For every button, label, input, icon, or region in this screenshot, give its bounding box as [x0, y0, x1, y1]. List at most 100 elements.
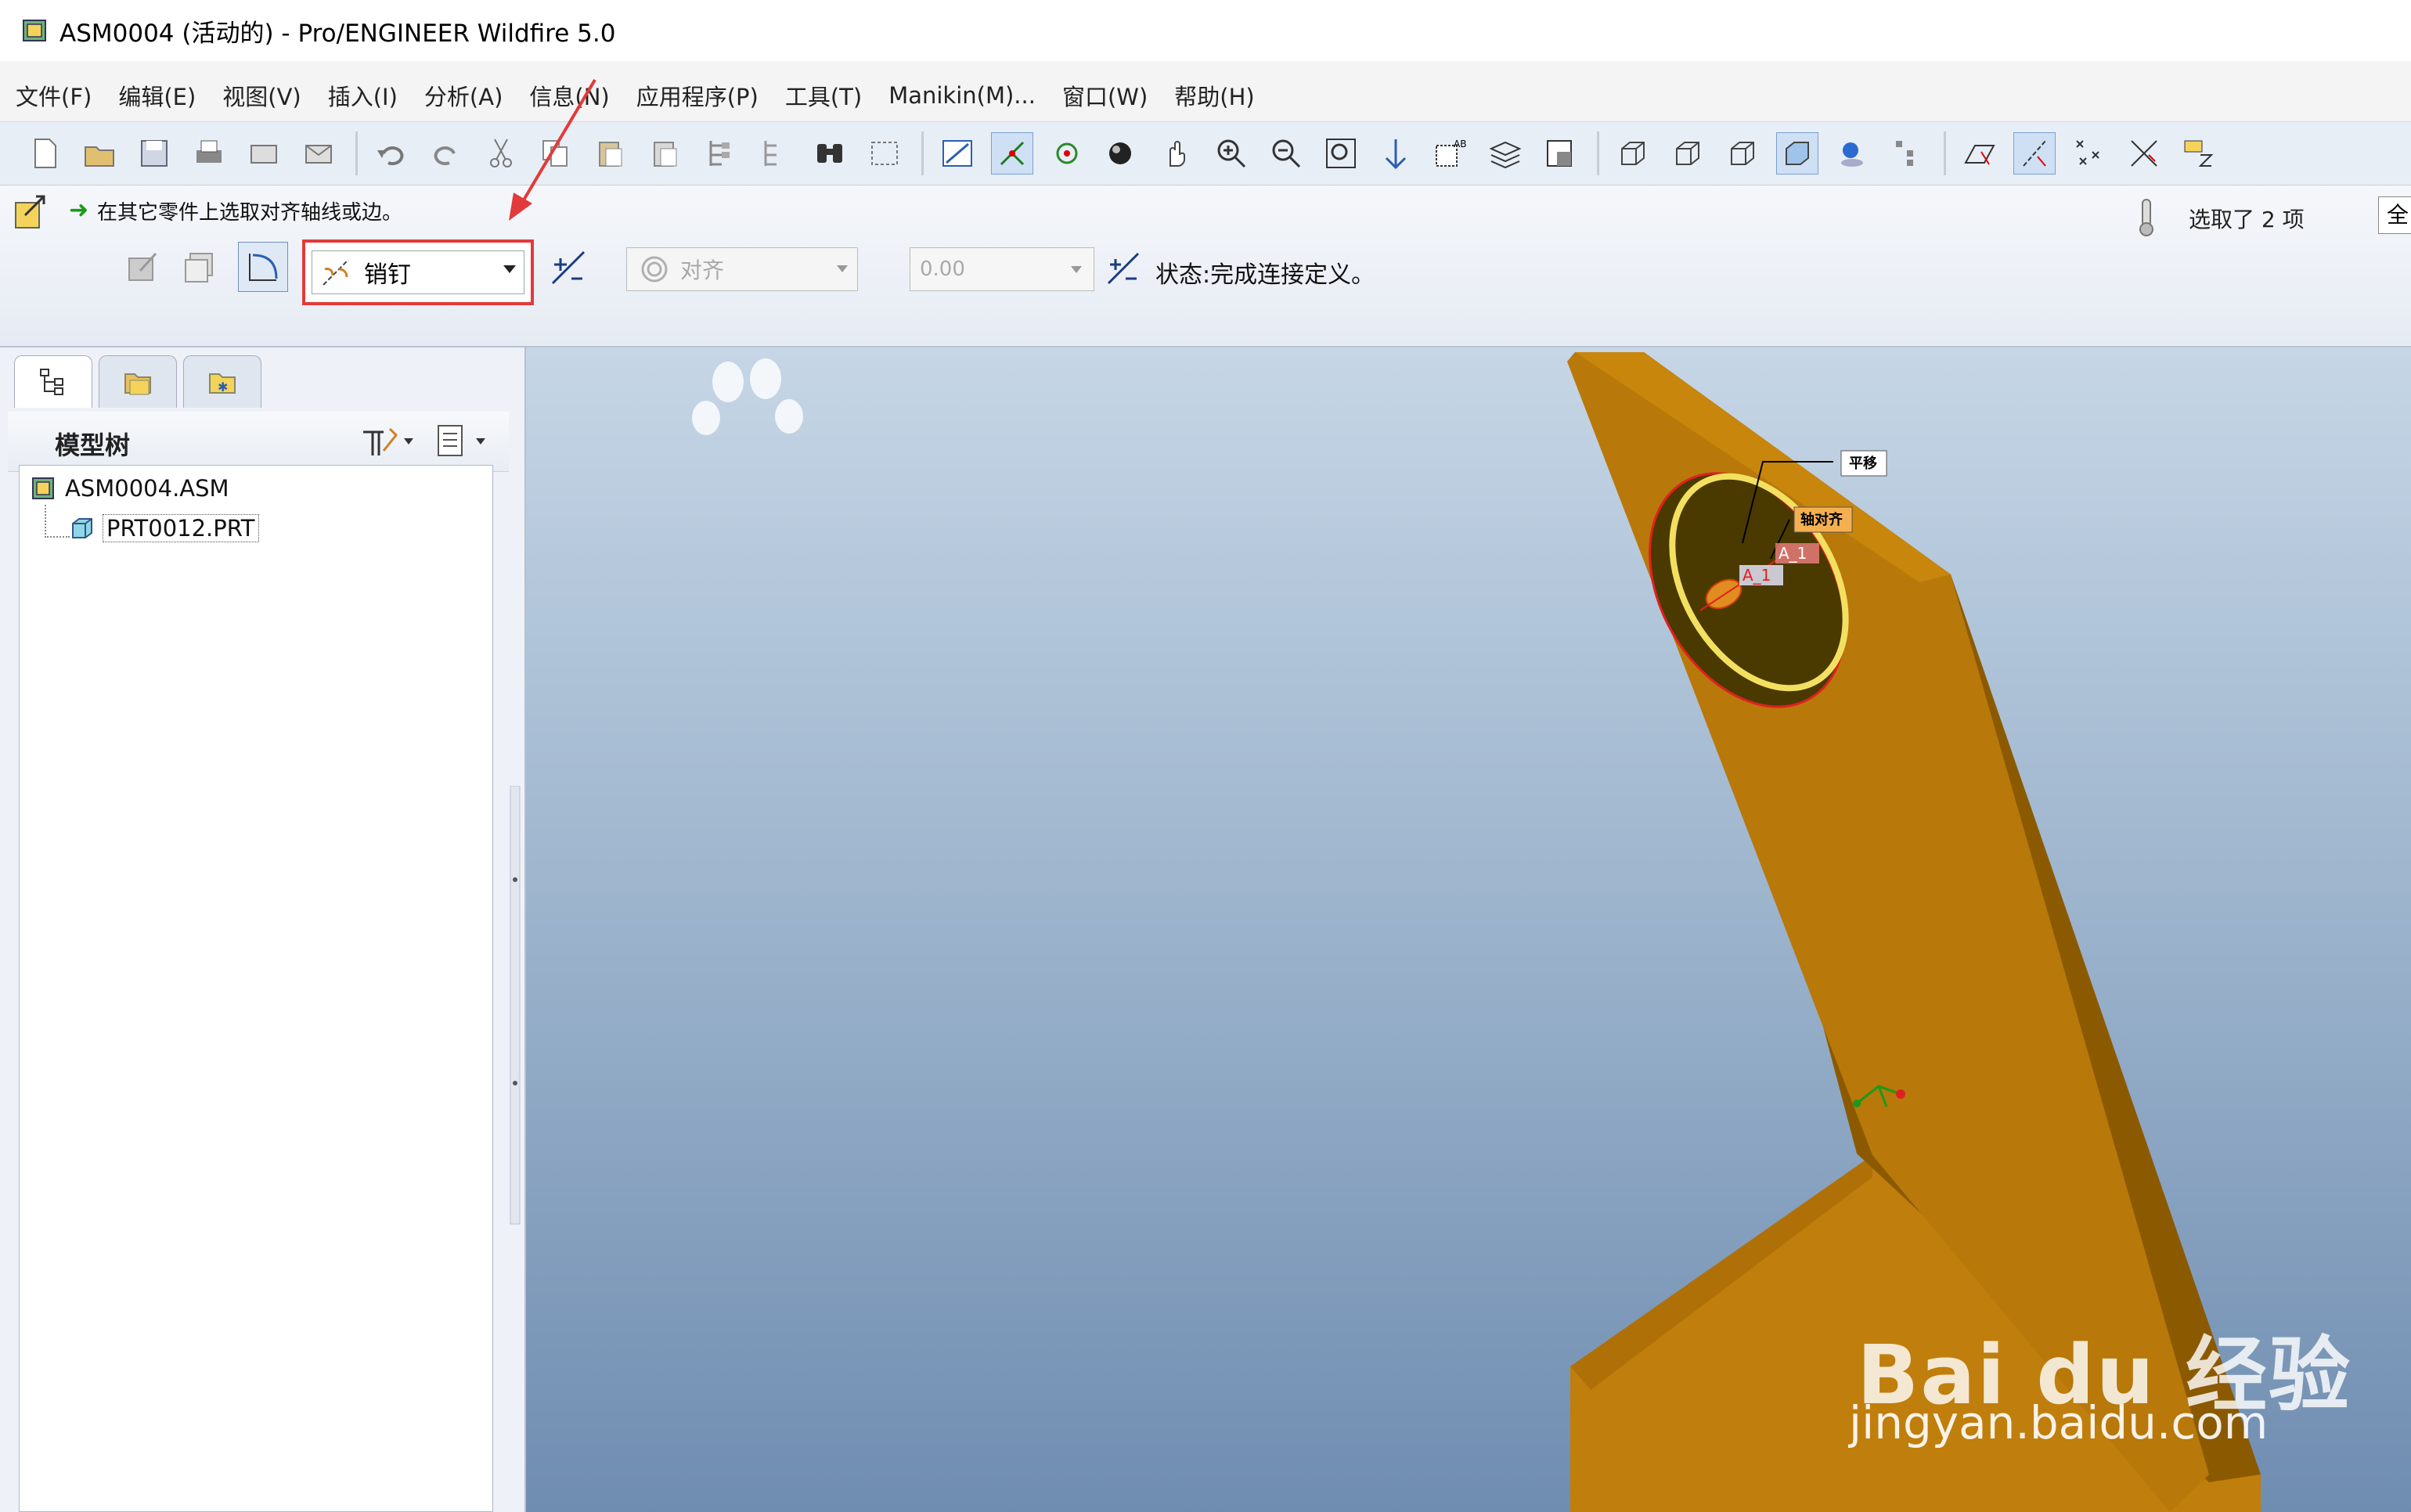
enhanced-realism-icon[interactable] — [1831, 132, 1873, 175]
save-icon[interactable] — [133, 132, 175, 175]
menu-bar: 文件(F) 编辑(E) 视图(V) 插入(I) 分析(A) 信息(N) 应用程序… — [0, 61, 2411, 130]
window-title: ASM0004 (活动的) - Pro/ENGINEER Wildfire 5.… — [59, 19, 616, 48]
annotations-icon[interactable] — [2178, 132, 2220, 175]
orient-mode-icon[interactable] — [1046, 132, 1088, 175]
print-icon[interactable] — [188, 132, 230, 175]
send-mail-icon[interactable] — [243, 132, 285, 175]
selection-count: 选取了 2 项 — [2189, 207, 2305, 232]
chevron-down-icon — [1071, 266, 1082, 273]
menu-analysis[interactable]: 分析(A) — [424, 79, 503, 112]
folder-icon — [124, 373, 151, 395]
no-hidden-icon[interactable] — [1721, 132, 1764, 175]
translation-label: 平移 — [1849, 455, 1877, 472]
layers-icon[interactable] — [1484, 132, 1526, 175]
tree-item-label: ASM0004.ASM — [65, 475, 229, 502]
pin-icon — [323, 259, 349, 286]
model-tree-icon[interactable] — [1886, 132, 1928, 175]
model-tree: ASM0004.ASM PRT0012.PRT — [19, 465, 493, 1512]
offset-input: 0.00 — [910, 247, 1094, 291]
view-manager-icon[interactable] — [1539, 132, 1581, 175]
hidden-line-icon[interactable] — [1667, 132, 1709, 175]
panel-splitter[interactable] — [509, 786, 524, 1334]
menu-window[interactable]: 窗口(W) — [1062, 79, 1148, 112]
undo-icon[interactable] — [370, 132, 413, 175]
message-line: 在其它零件上选取对齐轴线或边。 — [97, 201, 403, 225]
spin-center-icon[interactable] — [991, 132, 1033, 175]
axis-label-a2: A_1 — [1742, 566, 1771, 585]
part-icon — [72, 518, 92, 538]
tab-model-tree[interactable] — [14, 355, 92, 408]
settings-icon[interactable] — [355, 421, 418, 462]
navigator-panel: ✱ 模型树 ASM0004.ASM PRT0012.PRT — [0, 347, 526, 1512]
datum-axes-icon[interactable] — [2013, 132, 2056, 175]
chevron-down-icon — [503, 265, 516, 273]
constraint-label: 对齐 — [680, 257, 725, 283]
menu-tools[interactable]: 工具(T) — [785, 79, 862, 112]
menu-applications[interactable]: 应用程序(P) — [636, 79, 759, 112]
toolbar-separator — [355, 131, 358, 175]
tree-connector — [45, 505, 70, 538]
watermark-url: jingyan.baidu.com — [1849, 1396, 2269, 1449]
shade-icon[interactable] — [1101, 132, 1143, 175]
selection-filter-dropdown[interactable]: 全 — [2378, 196, 2411, 234]
menu-edit[interactable]: 编辑(E) — [118, 79, 196, 112]
favorites-icon: ✱ — [209, 373, 236, 394]
refit-icon[interactable] — [1320, 132, 1362, 175]
reorient-icon[interactable] — [1375, 132, 1417, 175]
svg-text:AB: AB — [1454, 139, 1466, 149]
datum-points-icon[interactable] — [2068, 132, 2110, 175]
tree-item-part[interactable]: PRT0012.PRT — [70, 514, 259, 542]
regenerate-icon[interactable] — [699, 132, 741, 175]
new-icon[interactable] — [23, 132, 66, 175]
wireframe-icon[interactable] — [1612, 132, 1654, 175]
flip-icon[interactable] — [548, 247, 589, 288]
redo-icon[interactable] — [425, 132, 467, 175]
menu-help[interactable]: 帮助(H) — [1174, 79, 1254, 112]
shading-icon[interactable] — [1776, 132, 1818, 175]
tab-folder-browser[interactable] — [99, 355, 177, 408]
connection-type-value: 销钉 — [364, 261, 411, 289]
constraint-dropdown: 对齐 — [626, 247, 858, 291]
axis-label-a1: A_1 — [1779, 544, 1807, 563]
saved-views-icon[interactable]: AB — [1429, 132, 1472, 175]
pan-icon[interactable] — [1155, 132, 1198, 175]
menu-view[interactable]: 视图(V) — [222, 79, 301, 112]
toolbar-separator — [921, 131, 924, 175]
thermometer-icon — [2139, 199, 2153, 236]
show-component-window-button[interactable] — [238, 242, 288, 292]
tree-item-assembly[interactable]: ASM0004.ASM — [31, 475, 229, 502]
tab-favorites[interactable]: ✱ — [183, 355, 261, 408]
menu-file[interactable]: 文件(F) — [16, 79, 92, 112]
menu-manikin[interactable]: Manikin(M)... — [888, 82, 1036, 109]
datum-planes-icon[interactable] — [1959, 132, 2001, 175]
chevron-down-icon — [837, 265, 848, 272]
model-tree-header: 模型树 — [8, 412, 509, 472]
flip-constraint-icon[interactable] — [1104, 249, 1143, 288]
tree-item-label: PRT0012.PRT — [103, 514, 259, 542]
menu-insert[interactable]: 插入(I) — [328, 79, 398, 112]
paste-special-icon[interactable] — [644, 132, 687, 175]
svg-text:✱: ✱ — [218, 380, 228, 394]
align-icon — [641, 256, 668, 283]
message-area-icon[interactable] — [13, 192, 53, 231]
baidu-paw-logo — [692, 358, 803, 435]
app-icon — [23, 20, 46, 41]
select-box-icon[interactable] — [863, 132, 906, 175]
csys-icon[interactable] — [2123, 132, 2165, 175]
separate-window-button[interactable] — [175, 242, 225, 292]
repaint-icon[interactable] — [936, 132, 978, 175]
model-tree-title: 模型树 — [55, 430, 131, 460]
mail-icon[interactable] — [297, 132, 340, 175]
model-tree-icon — [40, 369, 63, 395]
prompt-arrow-icon: ➜ — [69, 196, 89, 224]
axis-align-label: 轴对齐 — [1800, 511, 1843, 528]
open-icon[interactable] — [78, 132, 121, 175]
edit-definition-button[interactable] — [117, 242, 168, 292]
zoom-in-icon[interactable] — [1210, 132, 1252, 175]
show-icon[interactable] — [434, 421, 496, 462]
graphics-window[interactable]: 平移 轴对齐 A_1 A_1 Bai du 经验 jingyan.baidu.c… — [526, 347, 2411, 1512]
regen-manager-icon[interactable] — [754, 132, 796, 175]
find-icon[interactable] — [809, 132, 851, 175]
zoom-out-icon[interactable] — [1265, 132, 1307, 175]
connection-type-dropdown[interactable]: 销钉 — [312, 250, 524, 294]
